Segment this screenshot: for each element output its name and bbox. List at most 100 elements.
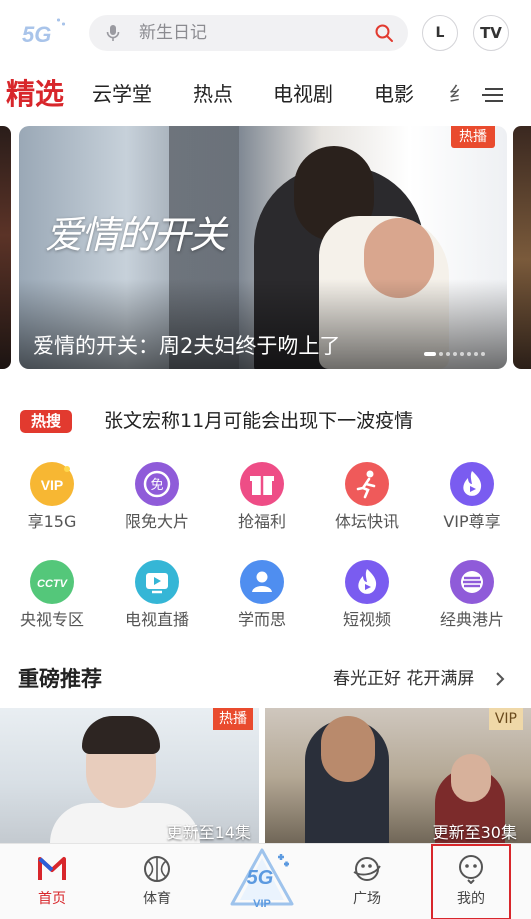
carousel-dot <box>467 352 471 356</box>
carousel-dot <box>424 352 436 356</box>
recommend-list: 热播 更新至14集 VIP 更新至30集 <box>0 708 531 845</box>
nav-sports[interactable]: 体育 <box>112 844 202 919</box>
quick-entry-cctv[interactable]: CCTV 央视专区 <box>2 554 102 634</box>
banner-next-slide[interactable] <box>513 126 531 369</box>
nav-home[interactable]: 首页 <box>7 844 97 919</box>
quick-entry-hk-classics[interactable]: 经典港片 <box>422 554 522 634</box>
tab-movie[interactable]: 电影 <box>374 81 414 107</box>
tab-hot[interactable]: 热点 <box>193 81 233 107</box>
banner-slide[interactable]: 爱情的开关 爱情的开关：周2夫妇终于吻上了 热播 <box>19 126 507 369</box>
quick-entry-label: 央视专区 <box>19 610 84 629</box>
quick-entry-label: 短视频 <box>342 610 391 629</box>
category-tabs: 精选 云学堂 热点 电视剧 电影 纟 <box>0 70 531 120</box>
hot-badge: 热播 <box>451 126 495 148</box>
nav-label: 体育 <box>143 891 171 907</box>
carousel-dot <box>460 352 464 356</box>
vip-icon: VIP <box>30 462 74 506</box>
banner-carousel[interactable]: 爱情的开关 爱情的开关：周2夫妇终于吻上了 热播 <box>0 126 531 371</box>
quick-entry-benefits[interactable]: 抢福利 <box>212 456 312 536</box>
tab-featured[interactable]: 精选 <box>6 76 64 112</box>
cctv-icon: CCTV <box>30 560 74 604</box>
tab-variety-partial[interactable]: 纟 <box>449 81 461 107</box>
section-title: 重磅推荐 <box>18 667 102 691</box>
history-button[interactable]: L <box>422 15 458 51</box>
quick-entry-label: 享15G <box>27 512 77 531</box>
top-header: 5G 新生日记 L TV <box>0 0 531 66</box>
quick-entry-free-movies[interactable]: 免 限免大片 <box>107 456 207 536</box>
tab-tv-series[interactable]: 电视剧 <box>273 81 333 107</box>
svg-text:VIP: VIP <box>41 477 64 493</box>
profile-icon <box>459 855 483 884</box>
banner-prev-slide[interactable] <box>0 126 11 369</box>
carousel-indicator <box>424 351 485 357</box>
home-logo-icon <box>38 857 66 880</box>
see-more-link[interactable]: 春光正好 花开满屏 <box>333 668 474 690</box>
svg-text:5G: 5G <box>247 867 274 889</box>
carousel-dot <box>453 352 457 356</box>
quick-entry-label: 电视直播 <box>124 610 189 629</box>
recommend-section-header: 重磅推荐 春光正好 花开满屏 <box>0 660 531 700</box>
short-video-icon <box>345 560 389 604</box>
thumbnail-hair <box>82 716 160 754</box>
quick-entry-label: 体坛快讯 <box>334 512 399 531</box>
bottom-navigation: 首页 体育 5G VIP 广场 我的 <box>0 843 531 919</box>
video-card[interactable]: 热播 更新至14集 <box>0 708 259 845</box>
hot-search-badge: 热搜 <box>20 410 72 433</box>
nav-mine[interactable]: 我的 <box>431 844 511 919</box>
planet-icon <box>353 857 381 881</box>
thumbnail-face <box>321 716 375 782</box>
video-card[interactable]: VIP 更新至30集 <box>265 708 531 845</box>
5g-logo-icon[interactable]: 5G <box>20 16 68 50</box>
quick-entry-short-video[interactable]: 短视频 <box>317 554 417 634</box>
quick-entry-vip-exclusive[interactable]: VIP尊享 <box>422 456 522 536</box>
gift-icon <box>240 462 284 506</box>
nav-label: 广场 <box>353 891 381 907</box>
chevron-right-icon[interactable] <box>494 671 506 687</box>
carousel-dot <box>474 352 478 356</box>
banner-caption: 爱情的开关：周2夫妇终于吻上了 <box>33 334 341 358</box>
hot-search-row[interactable]: 热搜 张文宏称11月可能会出现下一波疫情 <box>0 400 531 442</box>
carousel-dot <box>439 352 443 356</box>
play-flame-icon <box>450 462 494 506</box>
film-reel-icon <box>450 560 494 604</box>
search-bar[interactable]: 新生日记 <box>89 15 408 51</box>
quick-entry-label: 限免大片 <box>124 512 189 531</box>
quick-entry-tv-live[interactable]: 电视直播 <box>107 554 207 634</box>
hot-badge: 热播 <box>213 708 253 730</box>
tab-cloud-class[interactable]: 云学堂 <box>92 81 152 107</box>
5g-vip-icon: 5G VIP <box>230 848 294 910</box>
basketball-icon <box>144 856 170 882</box>
nav-label: 我的 <box>457 891 485 907</box>
nav-square[interactable]: 广场 <box>322 844 412 919</box>
quick-entry-label: 学而思 <box>237 610 286 629</box>
free-icon: 免 <box>135 462 179 506</box>
quick-entry-label: 经典港片 <box>439 610 504 629</box>
episode-update-text: 更新至14集 <box>166 823 251 842</box>
user-icon <box>240 560 284 604</box>
tv-cast-button[interactable]: TV <box>473 15 509 51</box>
hot-search-text[interactable]: 张文宏称11月可能会出现下一波疫情 <box>104 408 413 434</box>
quick-entry-xueersi[interactable]: 学而思 <box>212 554 312 634</box>
quick-entry-label: VIP尊享 <box>443 512 501 531</box>
microphone-icon[interactable] <box>103 23 123 43</box>
carousel-dot <box>446 352 450 356</box>
nav-5g-vip[interactable]: 5G VIP <box>226 848 298 912</box>
quick-entry-label: 抢福利 <box>237 512 286 531</box>
vip-badge: VIP <box>488 708 523 730</box>
svg-text:免: 免 <box>150 478 163 493</box>
tab-menu-icon[interactable] <box>480 84 506 106</box>
carousel-dot <box>481 352 485 356</box>
quick-entry-grid: VIP 享15G 免 限免大片 抢福利 体坛快讯 VIP尊享 CCTV 央视专区 <box>0 456 531 636</box>
search-icon[interactable] <box>374 23 394 43</box>
episode-update-text: 更新至30集 <box>432 823 517 842</box>
quick-entry-sports-news[interactable]: 体坛快讯 <box>317 456 417 536</box>
thumbnail-face <box>451 754 491 802</box>
banner-title-art: 爱情的开关 <box>45 213 227 257</box>
svg-text:CCTV: CCTV <box>37 578 69 590</box>
search-input[interactable]: 新生日记 <box>139 22 207 44</box>
quick-entry-15g[interactable]: VIP 享15G <box>2 456 102 536</box>
svg-text:5G: 5G <box>22 22 51 47</box>
nav-label: 首页 <box>38 891 66 907</box>
nav-label: VIP <box>253 898 271 910</box>
sports-icon <box>345 462 389 506</box>
